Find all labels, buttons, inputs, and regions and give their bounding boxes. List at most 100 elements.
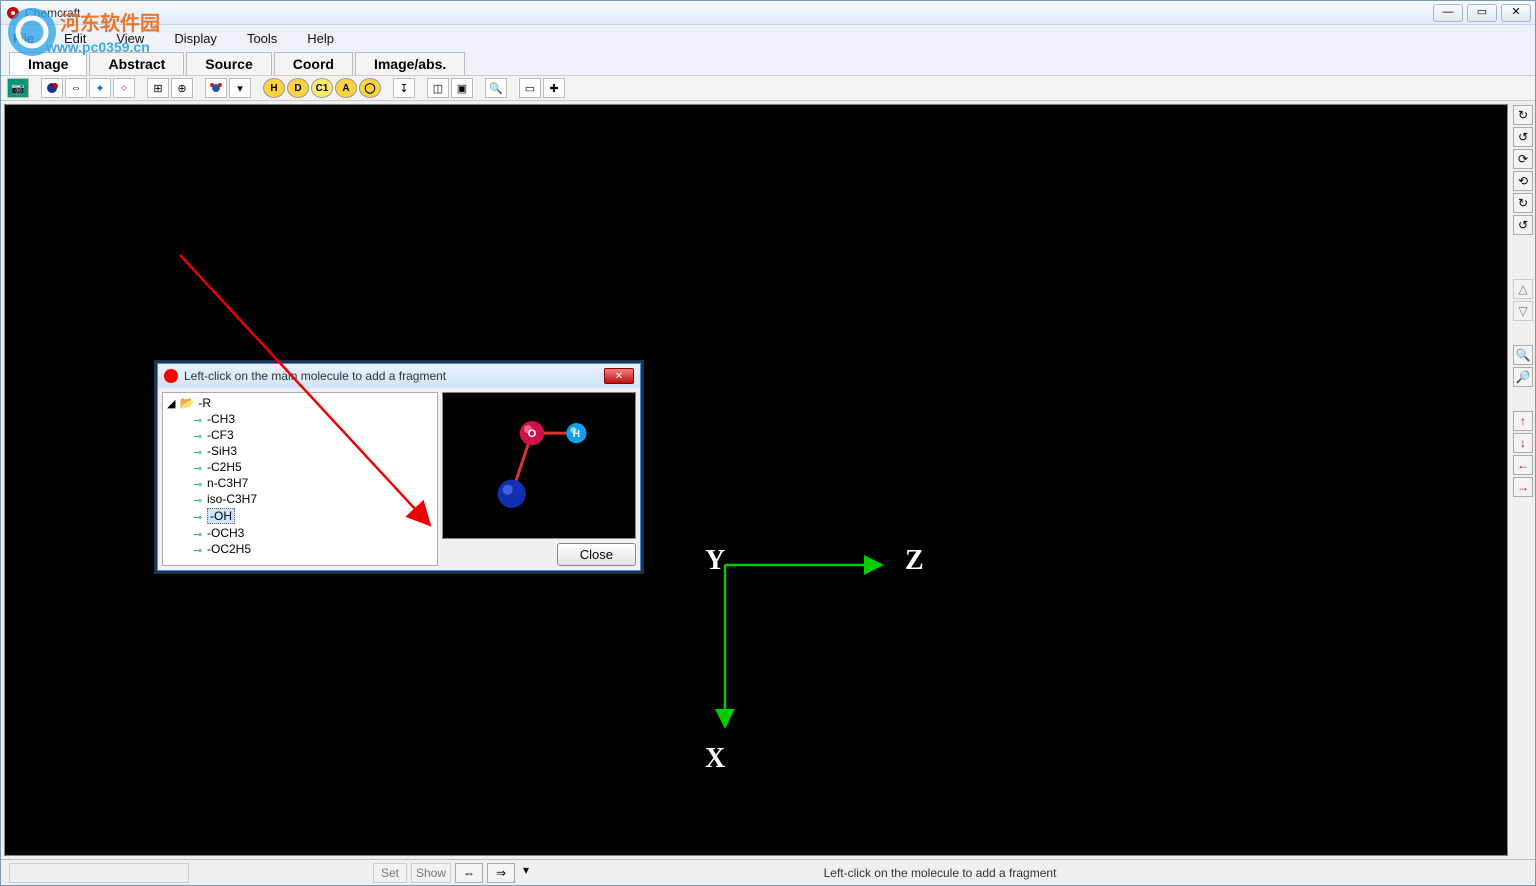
tab-image-abs[interactable]: Image/abs. bbox=[355, 52, 465, 75]
axis-x-label: X bbox=[705, 743, 725, 775]
fragment-icon: ⊸ bbox=[193, 528, 203, 538]
canvas-viewport[interactable]: Y Z X Left-click on the main molecule to… bbox=[4, 104, 1508, 856]
tree-item[interactable]: ⊸ n-C3H7 bbox=[165, 475, 435, 491]
side-toolbar: ↻ ↺ ⟳ ⟲ ↻ ↺ △ ▽ 🔍 🔎 ↑ ↓ ← → bbox=[1511, 101, 1535, 859]
folder-icon: 📂 bbox=[179, 396, 194, 410]
dialog-title: Left-click on the main molecule to add a… bbox=[184, 369, 604, 383]
dialog-close-button[interactable]: Close bbox=[557, 543, 636, 566]
group2-button[interactable]: ⊕ bbox=[171, 78, 193, 98]
tab-image[interactable]: Image bbox=[9, 52, 87, 75]
app-icon bbox=[5, 5, 21, 21]
view2-button[interactable]: ▣ bbox=[451, 78, 473, 98]
flip-h-button[interactable]: △ bbox=[1513, 279, 1533, 299]
tree-item[interactable]: ⊸-CH3 bbox=[165, 411, 435, 427]
dialog-icon bbox=[164, 369, 178, 383]
view1-button[interactable]: ◫ bbox=[427, 78, 449, 98]
status-right-button[interactable]: ⇒ bbox=[487, 863, 515, 883]
maximize-button[interactable]: ▭ bbox=[1467, 4, 1497, 22]
move-down-button[interactable]: ↓ bbox=[1513, 433, 1533, 453]
menu-view[interactable]: View bbox=[112, 28, 148, 49]
tab-coord[interactable]: Coord bbox=[274, 52, 353, 75]
rotate-z-button[interactable]: ↻ bbox=[1513, 193, 1533, 213]
status-show-button[interactable]: Show bbox=[411, 863, 451, 883]
tree-root[interactable]: ◢ 📂 -R bbox=[165, 395, 435, 411]
menu-edit[interactable]: Edit bbox=[60, 28, 90, 49]
workspace: Y Z X Left-click on the main molecule to… bbox=[1, 101, 1535, 859]
dialog-close-x[interactable]: ✕ bbox=[604, 368, 634, 384]
menu-help[interactable]: Help bbox=[303, 28, 338, 49]
menu-display[interactable]: Display bbox=[170, 28, 221, 49]
fragment-icon: ⊸ bbox=[193, 478, 203, 488]
label-ring-button[interactable]: ◯ bbox=[359, 78, 381, 98]
menu-tools[interactable]: Tools bbox=[243, 28, 281, 49]
tree-item[interactable]: ⊸ -CF3 bbox=[165, 427, 435, 443]
axis-y-label: Y bbox=[705, 545, 725, 577]
status-seg-1 bbox=[9, 863, 189, 883]
measure-button[interactable]: ↧ bbox=[393, 78, 415, 98]
tree-item[interactable]: ⊸-C2H5 bbox=[165, 459, 435, 475]
rotate-ccw-button[interactable]: ↺ bbox=[1513, 127, 1533, 147]
select-tool-button[interactable]: ✧ bbox=[113, 78, 135, 98]
tab-abstract[interactable]: Abstract bbox=[89, 52, 184, 75]
close-button[interactable]: ✕ bbox=[1501, 4, 1531, 22]
rotate-y2-button[interactable]: ⟲ bbox=[1513, 171, 1533, 191]
preview-panel: O H Close bbox=[442, 392, 636, 566]
fragment-dialog: Left-click on the main molecule to add a… bbox=[157, 363, 641, 571]
fragment-tree[interactable]: ◢ 📂 -R ⊸-CH3⊸-CF3⊸-SiH3⊸-C2H5⊸n-C3H7⊸iso… bbox=[162, 392, 438, 566]
toolbar: 📷 ⇔ ✦ ✧ ⊞ ⊕ ▾ H D C1 A ◯ ↧ ◫ ▣ 🔍 ▭ ✚ bbox=[1, 75, 1535, 101]
fragment-icon: ⊸ bbox=[193, 511, 203, 521]
fragment-icon: ⊸ bbox=[193, 430, 203, 440]
tree-item[interactable]: ⊸-SiH3 bbox=[165, 443, 435, 459]
camera-button[interactable]: 📷 bbox=[7, 78, 29, 98]
zoom-button[interactable]: 🔍 bbox=[485, 78, 507, 98]
misc1-button[interactable]: ▭ bbox=[519, 78, 541, 98]
tree-item-label: iso-C3H7 bbox=[207, 492, 257, 506]
misc2-button[interactable]: ✚ bbox=[543, 78, 565, 98]
tabbar: Image Abstract Source Coord Image/abs. bbox=[1, 51, 1535, 75]
move-right-button[interactable]: → bbox=[1513, 477, 1533, 497]
tree-item[interactable]: ⊸-OC2H5 bbox=[165, 541, 435, 557]
tree-item-label: -CH3 bbox=[207, 412, 235, 426]
minimize-button[interactable]: — bbox=[1433, 4, 1463, 22]
tree-item-label: n-C3H7 bbox=[207, 476, 248, 490]
fragment-icon: ⊸ bbox=[193, 462, 203, 472]
app-title: Chemcraft bbox=[25, 6, 1433, 20]
tree-item-label: -SiH3 bbox=[207, 444, 237, 458]
move-tool-button[interactable]: ✦ bbox=[89, 78, 111, 98]
atom-build-button[interactable] bbox=[205, 78, 227, 98]
titlebar: Chemcraft — ▭ ✕ bbox=[1, 1, 1535, 25]
move-left-button[interactable]: ← bbox=[1513, 455, 1533, 475]
label-a-button[interactable]: A bbox=[335, 78, 357, 98]
tree-item[interactable]: ⊸-OCH3 bbox=[165, 525, 435, 541]
tree-item-label: -OC2H5 bbox=[207, 542, 251, 556]
label-h-button[interactable]: H bbox=[263, 78, 285, 98]
label-d-button[interactable]: D bbox=[287, 78, 309, 98]
move-up-button[interactable]: ↑ bbox=[1513, 411, 1533, 431]
status-width-button[interactable]: ⇔ bbox=[455, 863, 483, 883]
tree-item[interactable]: ⊸ -OH bbox=[165, 507, 435, 525]
flip-v-button[interactable]: ▽ bbox=[1513, 301, 1533, 321]
dropdown-icon[interactable]: ▾ bbox=[229, 78, 251, 98]
axis-z-label: Z bbox=[905, 545, 924, 577]
label-c1-button[interactable]: C1 bbox=[311, 78, 333, 98]
status-dropdown-icon[interactable]: ▾ bbox=[519, 863, 533, 883]
fragment-icon: ⊸ bbox=[193, 494, 203, 504]
status-set-button[interactable]: Set bbox=[373, 863, 407, 883]
tab-source[interactable]: Source bbox=[186, 52, 271, 75]
status-message: Left-click on the molecule to add a frag… bbox=[533, 866, 1347, 880]
rotate-y-button[interactable]: ⟳ bbox=[1513, 149, 1533, 169]
tree-item-label: -OH bbox=[207, 508, 235, 524]
svg-text:O: O bbox=[528, 428, 537, 440]
zoom-in-button[interactable]: 🔍 bbox=[1513, 345, 1533, 365]
drag-tool-button[interactable]: ⇔ bbox=[65, 78, 87, 98]
menu-file[interactable]: File bbox=[9, 28, 38, 49]
tree-item[interactable]: ⊸ iso-C3H7 bbox=[165, 491, 435, 507]
group1-button[interactable]: ⊞ bbox=[147, 78, 169, 98]
dialog-titlebar[interactable]: Left-click on the main molecule to add a… bbox=[158, 364, 640, 388]
rotate-z2-button[interactable]: ↺ bbox=[1513, 215, 1533, 235]
svg-text:H: H bbox=[573, 429, 580, 440]
tree-item-label: -CF3 bbox=[207, 428, 234, 442]
atom-style-button[interactable] bbox=[41, 78, 63, 98]
rotate-cw-button[interactable]: ↻ bbox=[1513, 105, 1533, 125]
zoom-out-button[interactable]: 🔎 bbox=[1513, 367, 1533, 387]
